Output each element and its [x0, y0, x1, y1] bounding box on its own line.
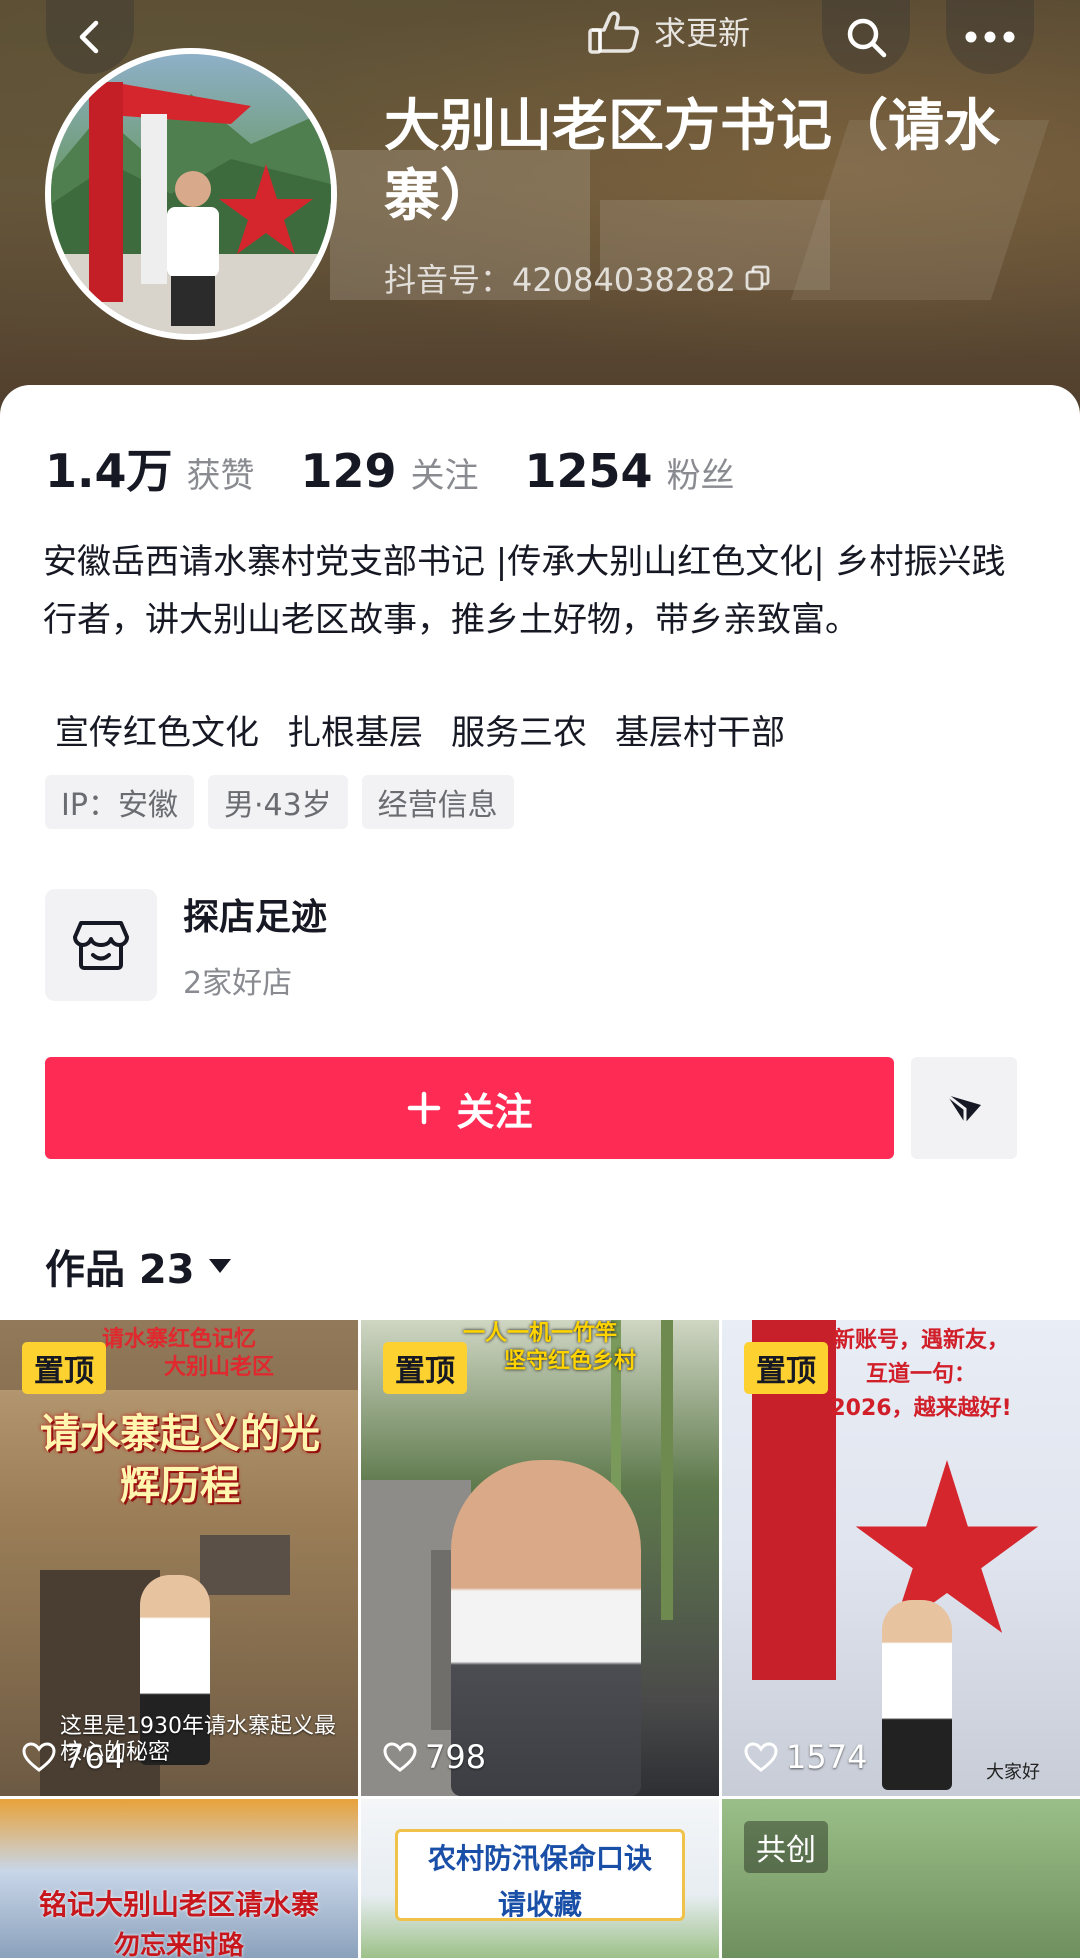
store-icon: [73, 921, 129, 970]
works-grid: 请水寨红色记忆 大别山老区 请水寨起义的光辉历程 置顶 这里是1930年请水寨起…: [0, 1320, 1080, 1958]
stat-label: 关注: [410, 456, 479, 496]
request-update-label: 求更新: [654, 14, 751, 52]
business-info-chip[interactable]: 经营信息: [361, 775, 514, 829]
stat-followers[interactable]: 1254 粉丝: [525, 444, 735, 498]
stat-value: 1.4万: [45, 444, 173, 498]
chevron-left-icon: [79, 20, 99, 54]
person-figure: [882, 1600, 952, 1790]
likes-value: 764: [64, 1738, 126, 1776]
stats-row: 1.4万 获赞 129 关注 1254 粉丝: [45, 435, 781, 501]
stat-value: 129: [300, 444, 397, 498]
more-dots-icon: [965, 31, 1015, 43]
heart-icon: [383, 1742, 417, 1772]
bio-text: 安徽岳西请水寨村党支部书记 |传承大别山红色文化| 乡村振兴践行者，讲大别山老区…: [43, 542, 1006, 640]
follow-button[interactable]: 关注: [45, 1057, 894, 1159]
shop-text: 探店足迹 2家好店: [183, 888, 327, 1002]
bio-tag: 扎根基层: [287, 713, 423, 753]
avatar-picture: [51, 82, 331, 334]
heart-icon: [22, 1742, 56, 1772]
stat-following[interactable]: 129 关注: [301, 444, 479, 498]
video-tile[interactable]: 新账号，遇新友， 互道一句： 2026，越来越好! 置顶 大家好 1574: [722, 1320, 1080, 1796]
request-update-button[interactable]: 求更新: [566, 0, 770, 62]
likes-count: 764: [22, 1738, 125, 1776]
shop-icon-box: [45, 889, 157, 1001]
info-chips: IP：安徽 男·43岁 经营信息: [45, 775, 514, 829]
shop-visits-entry[interactable]: 探店足迹 2家好店: [45, 888, 327, 1002]
shop-subtitle: 2家好店: [183, 966, 293, 1001]
tile-title: 请水寨起义的光辉历程: [40, 1411, 320, 1509]
tile-caption: 大家好: [986, 1762, 1040, 1783]
stat-likes[interactable]: 1.4万 获赞: [45, 435, 255, 501]
stat-label: 粉丝: [666, 456, 735, 496]
likes-count: 798: [383, 1738, 486, 1776]
likes-count: 1574: [744, 1738, 867, 1776]
douyin-id[interactable]: 抖音号：42084038282: [384, 255, 772, 301]
video-tile[interactable]: 请水寨红色记忆 大别山老区 请水寨起义的光辉历程 置顶 这里是1930年请水寨起…: [0, 1320, 358, 1796]
profile-name: 大别山老区方书记（请水寨）: [384, 94, 1000, 229]
bio-tag: 基层村干部: [615, 713, 785, 753]
gender-age-chip: 男·43岁: [207, 775, 348, 829]
tile-subtitle: 勿忘来时路: [113, 1931, 244, 1958]
likes-value: 1574: [786, 1738, 868, 1776]
copy-icon[interactable]: [744, 264, 772, 292]
search-icon: [847, 18, 887, 58]
likes-value: 798: [425, 1738, 487, 1776]
tile-title: 铭记大别山老区请水寨: [38, 1888, 319, 1921]
video-tile[interactable]: 农村防汛保命口诀 请收藏: [361, 1799, 719, 1958]
send-icon: [946, 1093, 981, 1123]
heart-icon: [744, 1742, 778, 1772]
pinned-badge: 置顶: [22, 1342, 106, 1394]
works-tab-label: 作品 23: [45, 1247, 195, 1293]
follow-label: 关注: [456, 1089, 533, 1134]
tile-title: 农村防汛保命口诀: [427, 1842, 652, 1875]
stat-label: 获赞: [186, 456, 255, 496]
plus-icon: [408, 1091, 441, 1125]
tile-subtitle: 请收藏: [497, 1888, 582, 1921]
stat-value: 1254: [524, 444, 653, 498]
video-tile[interactable]: 铭记大别山老区请水寨 勿忘来时路: [0, 1799, 358, 1958]
video-tile[interactable]: 共创: [722, 1799, 1080, 1958]
bio-tag: 宣传红色文化: [55, 713, 259, 753]
shop-title: 探店足迹: [183, 897, 328, 938]
hand-point-icon: [588, 11, 639, 54]
bio-tags: 宣传红色文化 扎根基层 服务三农 基层村干部: [55, 705, 785, 754]
ip-chip: IP：安徽: [45, 775, 194, 829]
bio-tag: 服务三农: [451, 713, 587, 753]
video-tile[interactable]: 一人一机一竹竿 坚守红色乡村 置顶 798: [361, 1320, 719, 1796]
pinned-badge: 置顶: [744, 1342, 828, 1394]
douyin-id-text: 抖音号：42084038282: [384, 261, 736, 299]
message-button[interactable]: [911, 1057, 1017, 1159]
avatar[interactable]: [45, 48, 337, 340]
works-tab[interactable]: 作品 23: [45, 1237, 233, 1295]
pinned-badge: 置顶: [383, 1342, 467, 1394]
co-create-badge: 共创: [744, 1821, 828, 1873]
caret-down-icon: [208, 1259, 231, 1273]
